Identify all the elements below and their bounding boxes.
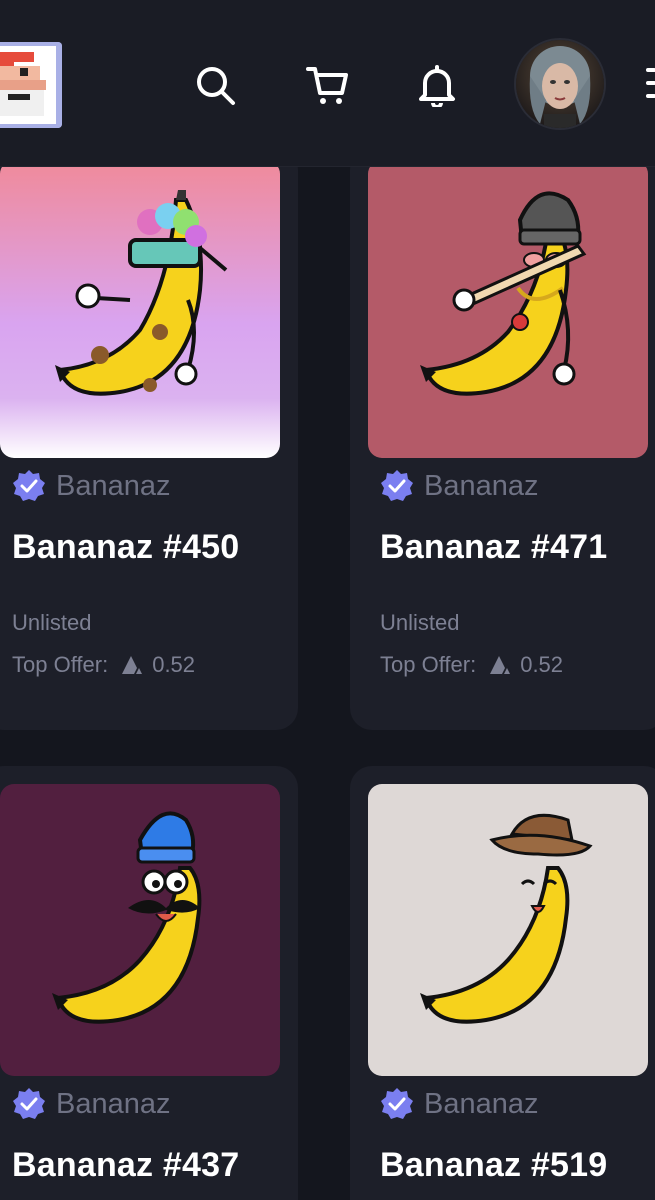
collection-name: Bananaz	[56, 469, 171, 502]
verified-badge-icon	[381, 1088, 413, 1119]
nft-title: Bananaz #519	[380, 1146, 608, 1184]
top-offer-label: Top Offer:	[12, 652, 109, 677]
nft-card[interactable]: Bananaz Bananaz #450 Unlisted Top Offer:…	[0, 148, 298, 730]
collection-name: Bananaz	[56, 1087, 171, 1120]
nft-image[interactable]	[368, 784, 648, 1076]
nft-card[interactable]: Bananaz Bananaz #437	[0, 766, 298, 1200]
verified-badge-icon	[381, 470, 413, 501]
nft-image[interactable]	[368, 160, 648, 458]
verified-badge-icon	[13, 470, 45, 501]
collection-name: Bananaz	[424, 469, 539, 502]
nft-title: Bananaz #450	[12, 528, 240, 566]
collection-name: Bananaz	[424, 1087, 539, 1120]
logo-icon[interactable]	[0, 42, 62, 128]
currency-icon	[490, 656, 513, 674]
listing-status: Unlisted	[12, 610, 92, 635]
nft-image[interactable]	[0, 784, 280, 1076]
currency-icon	[122, 656, 145, 674]
top-offer: Top Offer: 0.52	[380, 652, 563, 678]
nft-title: Bananaz #437	[12, 1146, 240, 1184]
cart-icon[interactable]	[304, 60, 350, 110]
top-offer-value: 0.52	[152, 652, 196, 677]
nft-card[interactable]: Bananaz Bananaz #519	[350, 766, 655, 1200]
verified-badge-icon	[13, 1088, 45, 1119]
bell-icon[interactable]	[414, 60, 460, 110]
top-header	[0, 0, 655, 167]
top-offer: Top Offer: 0.52	[12, 652, 195, 678]
listing-status: Unlisted	[380, 610, 460, 635]
nft-card[interactable]: Bananaz Bananaz #471 Unlisted Top Offer:…	[350, 148, 655, 730]
user-avatar[interactable]	[514, 38, 606, 130]
collection-row[interactable]: Bananaz	[380, 1084, 539, 1124]
top-offer-label: Top Offer:	[380, 652, 477, 677]
collection-row[interactable]: Bananaz	[12, 466, 171, 506]
collection-row[interactable]: Bananaz	[12, 1084, 171, 1124]
collection-row[interactable]: Bananaz	[380, 466, 539, 506]
top-offer-value: 0.52	[520, 652, 564, 677]
nft-title: Bananaz #471	[380, 528, 608, 566]
menu-icon[interactable]	[646, 68, 655, 104]
nft-image[interactable]	[0, 160, 280, 458]
nft-gallery-page: Bananaz Bananaz #450 Unlisted Top Offer:…	[0, 0, 655, 1200]
search-icon[interactable]	[192, 60, 238, 110]
